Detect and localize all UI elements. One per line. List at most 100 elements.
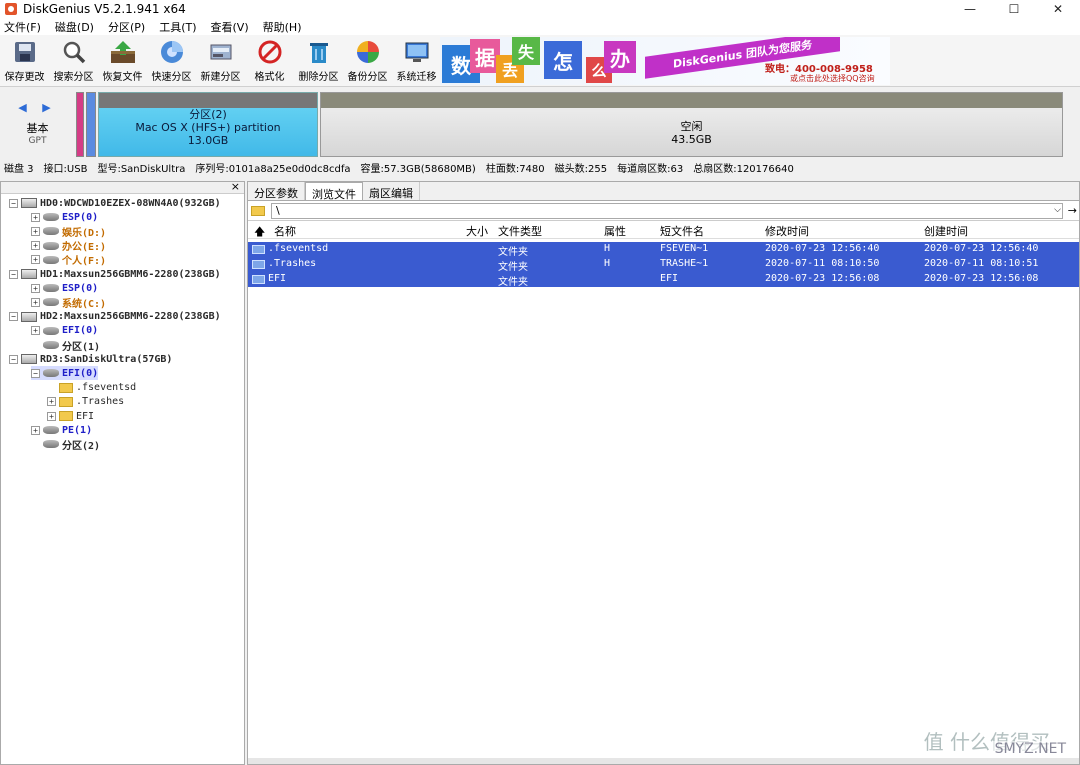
quick-partition-button[interactable]: 快速分区 bbox=[147, 35, 196, 85]
tree-node[interactable]: .fseventsd bbox=[47, 381, 136, 395]
close-button[interactable]: ✕ bbox=[1036, 0, 1080, 18]
collapse-icon[interactable]: − bbox=[9, 312, 18, 322]
expand-icon[interactable]: + bbox=[31, 226, 40, 236]
tree-node[interactable]: + 娱乐(D:) bbox=[31, 224, 106, 239]
go-arrow-icon[interactable]: → bbox=[1068, 204, 1077, 217]
column-size[interactable]: 大小 bbox=[466, 223, 488, 239]
collapse-icon[interactable]: − bbox=[31, 368, 40, 378]
partition-segment-pe[interactable] bbox=[86, 92, 96, 157]
folder-icon bbox=[252, 275, 265, 284]
column-type[interactable]: 文件类型 bbox=[498, 223, 542, 239]
backup-partition-button[interactable]: 备份分区 bbox=[343, 35, 392, 85]
tree-node[interactable]: + 系统(C:) bbox=[31, 295, 107, 310]
new-partition-button[interactable]: 新建分区 bbox=[196, 35, 245, 85]
file-short-name: EFI bbox=[660, 273, 679, 284]
system-migrate-button[interactable]: 系统迁移 bbox=[392, 35, 441, 85]
horizontal-scrollbar[interactable] bbox=[248, 758, 1079, 764]
tree-node[interactable]: + ESP(0) bbox=[31, 210, 98, 224]
expand-icon[interactable]: + bbox=[47, 397, 56, 407]
file-row[interactable]: .Trashes 文件夹 H TRASHE~1 2020-07-11 08:10:50 2… bbox=[248, 257, 1079, 273]
format-button[interactable]: 格式化 bbox=[245, 35, 294, 85]
tree-node-label: HD2:Maxsun256GBMM6-2280(238GB) bbox=[40, 311, 221, 323]
tree-node[interactable]: − RD3:SanDiskUltra(57GB) bbox=[9, 352, 172, 366]
tree-close-icon[interactable]: × bbox=[231, 180, 240, 193]
tree-leaf-icon bbox=[31, 341, 40, 350]
column-attributes[interactable]: 属性 bbox=[604, 223, 626, 239]
disk-sectors-per-track: 每道扇区数:63 bbox=[617, 164, 684, 175]
partition-icon bbox=[43, 426, 59, 435]
expand-icon[interactable]: + bbox=[31, 425, 40, 435]
tree-node[interactable]: + ESP(0) bbox=[31, 281, 98, 295]
tree-node[interactable]: − HD2:Maxsun256GBMM6-2280(238GB) bbox=[9, 310, 221, 324]
file-list-header: 🡅 名称 大小 文件类型 属性 短文件名 修改时间 创建时间 bbox=[248, 221, 1079, 239]
column-short-name[interactable]: 短文件名 bbox=[660, 223, 704, 239]
hard-disk-icon bbox=[21, 269, 37, 279]
path-input[interactable]: \ bbox=[271, 202, 1063, 219]
collapse-icon[interactable]: − bbox=[9, 269, 18, 279]
tree-node-label: 系统(C:) bbox=[62, 298, 107, 310]
watermark-site: SMYZ.NET bbox=[992, 741, 1068, 757]
partition-icon bbox=[43, 255, 59, 264]
chevron-down-icon[interactable]: ⌵ bbox=[1054, 205, 1061, 215]
expand-icon[interactable]: + bbox=[31, 326, 40, 336]
file-row[interactable]: EFI 文件夹 EFI 2020-07-23 12:56:08 2020-07-23 1… bbox=[248, 272, 1079, 288]
partition-icon bbox=[43, 298, 59, 307]
tab-sector-edit[interactable]: 扇区编辑 bbox=[363, 182, 420, 200]
menu-file[interactable]: 文件(F) bbox=[4, 19, 41, 35]
tree-node[interactable]: + EFI bbox=[47, 409, 94, 423]
file-name: .fseventsd bbox=[268, 243, 329, 254]
folder-icon bbox=[59, 411, 73, 421]
tree-node-label: .fseventsd bbox=[76, 382, 137, 394]
expand-icon[interactable]: + bbox=[31, 212, 40, 222]
menu-view[interactable]: 查看(V) bbox=[211, 19, 249, 35]
expand-icon[interactable]: + bbox=[31, 297, 40, 307]
tree-node[interactable]: − HD0:WDCWD10EZEX-08WN4A0(932GB) bbox=[9, 196, 221, 210]
search-partition-button[interactable]: 搜索分区 bbox=[49, 35, 98, 85]
partition-segment-free[interactable]: 空闲 43.5GB bbox=[320, 92, 1063, 157]
expand-icon[interactable]: + bbox=[31, 255, 40, 265]
tree-node[interactable]: − EFI(0) bbox=[31, 366, 99, 381]
advertisement-banner[interactable]: 数 据 丢 失 怎 么 办 DiskGenius 团队为您服务 致电：400-0… bbox=[440, 37, 890, 85]
minimize-button[interactable]: — bbox=[948, 0, 992, 18]
restore-files-button[interactable]: 恢复文件 bbox=[98, 35, 147, 85]
ad-tile-5: 怎 bbox=[544, 41, 582, 79]
tree-node-label: .Trashes bbox=[76, 396, 125, 408]
column-name[interactable]: 名称 bbox=[274, 223, 296, 239]
tree-node-label: 分区(1) bbox=[62, 341, 101, 353]
tree-node[interactable]: + 办公(E:) bbox=[31, 239, 106, 253]
menu-help[interactable]: 帮助(H) bbox=[263, 19, 302, 35]
tree-node[interactable]: 分区(1) bbox=[31, 338, 101, 353]
column-modified[interactable]: 修改时间 bbox=[765, 223, 809, 239]
collapse-icon[interactable]: − bbox=[9, 354, 18, 364]
tree-node[interactable]: − HD1:Maxsun256GBMM6-2280(238GB) bbox=[9, 267, 221, 281]
menu-disk[interactable]: 磁盘(D) bbox=[55, 19, 94, 35]
tab-partition-params[interactable]: 分区参数 bbox=[248, 182, 305, 200]
menu-tools[interactable]: 工具(T) bbox=[159, 19, 196, 35]
expand-icon[interactable]: + bbox=[31, 241, 40, 251]
menu-partition[interactable]: 分区(P) bbox=[108, 19, 145, 35]
column-created[interactable]: 创建时间 bbox=[924, 223, 968, 239]
tree-node[interactable]: + PE(1) bbox=[31, 423, 92, 437]
ad-tile-7: 办 bbox=[604, 41, 636, 73]
save-changes-button[interactable]: 保存更改 bbox=[0, 35, 49, 85]
file-row[interactable]: .fseventsd 文件夹 H FSEVEN~1 2020-07-23 12:56:4… bbox=[248, 242, 1079, 258]
expand-icon[interactable]: + bbox=[47, 411, 56, 421]
tree-node-label: ESP(0) bbox=[62, 211, 99, 223]
delete-partition-button[interactable]: 删除分区 bbox=[294, 35, 343, 85]
disk-nav-arrows[interactable]: ◀ ▶ bbox=[18, 101, 56, 114]
partition-segment-mac[interactable]: 分区(2) Mac OS X (HFS+) partition 13.0GB bbox=[98, 92, 318, 157]
maximize-button[interactable]: ☐ bbox=[992, 0, 1036, 18]
tree-leaf-icon bbox=[31, 440, 40, 449]
tree-node[interactable]: + 个人(F:) bbox=[31, 253, 106, 267]
file-created: 2020-07-23 12:56:40 bbox=[924, 243, 1039, 254]
tree-node[interactable]: 分区(2) bbox=[31, 437, 100, 452]
tab-browse-files[interactable]: 浏览文件 bbox=[305, 182, 363, 201]
collapse-icon[interactable]: − bbox=[9, 198, 18, 208]
tree-leaf-icon bbox=[47, 383, 56, 392]
hard-disk-icon bbox=[21, 198, 37, 208]
tree-node[interactable]: + EFI(0) bbox=[31, 324, 98, 338]
tree-node[interactable]: + .Trashes bbox=[47, 395, 124, 409]
partition-segment-efi[interactable] bbox=[76, 92, 84, 157]
expand-icon[interactable]: + bbox=[31, 283, 40, 293]
file-modified: 2020-07-23 12:56:08 bbox=[765, 273, 880, 284]
